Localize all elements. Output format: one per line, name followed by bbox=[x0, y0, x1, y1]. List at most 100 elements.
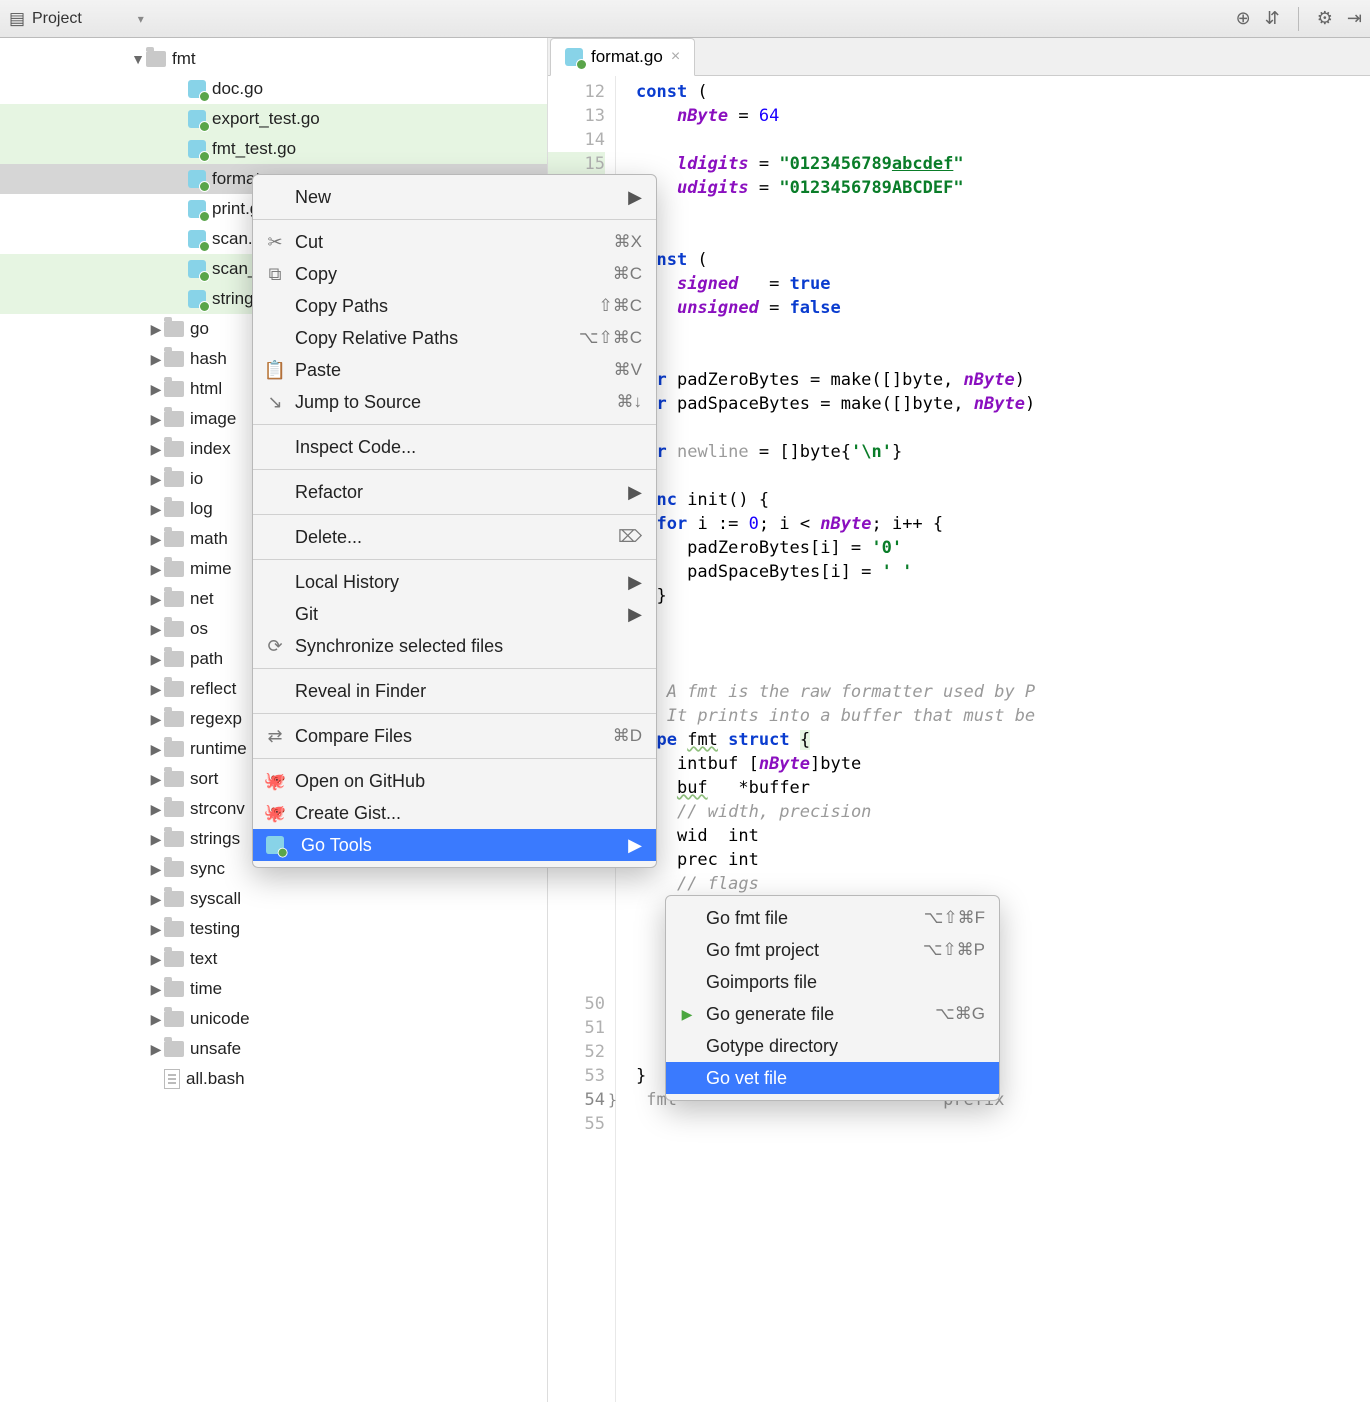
menu-item[interactable]: ⧉Copy⌘C bbox=[253, 258, 656, 290]
menu-item[interactable]: Local History▶ bbox=[253, 566, 656, 598]
folder-icon bbox=[164, 441, 184, 457]
folder-icon bbox=[164, 741, 184, 757]
menu-item[interactable]: Reveal in Finder bbox=[253, 675, 656, 707]
submenu-item[interactable]: Go vet file bbox=[666, 1062, 999, 1094]
compare-icon: ⇄ bbox=[265, 726, 285, 746]
menu-item[interactable]: Refactor▶ bbox=[253, 476, 656, 508]
menu-item[interactable]: Inspect Code... bbox=[253, 431, 656, 463]
go-file-icon bbox=[188, 230, 206, 248]
folder-icon bbox=[164, 681, 184, 697]
menu-item[interactable]: 📋Paste⌘V bbox=[253, 354, 656, 386]
menu-separator bbox=[253, 668, 656, 669]
tree-row[interactable]: export_test.go bbox=[0, 104, 547, 134]
folder-icon bbox=[164, 861, 184, 877]
folder-icon bbox=[164, 891, 184, 907]
folder-icon bbox=[164, 1011, 184, 1027]
menu-separator bbox=[253, 559, 656, 560]
menu-item[interactable]: Copy Relative Paths⌥⇧⌘C bbox=[253, 322, 656, 354]
menu-separator bbox=[253, 424, 656, 425]
collapse-icon[interactable]: ⇵ bbox=[1265, 8, 1280, 29]
folder-icon bbox=[164, 321, 184, 337]
menu-item[interactable]: ✂Cut⌘X bbox=[253, 226, 656, 258]
tree-row[interactable]: ▶unicode bbox=[0, 1004, 547, 1034]
submenu-item[interactable]: Go fmt project⌥⇧⌘P bbox=[666, 934, 999, 966]
go-file-icon bbox=[188, 260, 206, 278]
tree-row[interactable]: fmt_test.go bbox=[0, 134, 547, 164]
folder-icon bbox=[164, 471, 184, 487]
menu-separator bbox=[253, 713, 656, 714]
code-content[interactable]: const ( nByte = 64 ldigits = "0123456789… bbox=[616, 76, 1035, 1402]
github-icon: 🐙 bbox=[265, 771, 285, 791]
tree-row[interactable]: doc.go bbox=[0, 74, 547, 104]
project-view-icon: ▤ bbox=[8, 10, 26, 28]
folder-icon bbox=[164, 1041, 184, 1057]
folder-icon bbox=[164, 831, 184, 847]
submenu-item[interactable]: Goimports file bbox=[666, 966, 999, 998]
folder-icon bbox=[164, 981, 184, 997]
folder-icon bbox=[164, 651, 184, 667]
view-selector[interactable]: Project bbox=[32, 10, 82, 28]
run-icon: ▶ bbox=[678, 1006, 696, 1023]
menu-item[interactable]: ↘Jump to Source⌘↓ bbox=[253, 386, 656, 418]
folder-icon bbox=[146, 51, 166, 67]
menu-item[interactable]: Git▶ bbox=[253, 598, 656, 630]
jump-icon: ↘ bbox=[265, 392, 285, 412]
go-file-icon bbox=[188, 110, 206, 128]
gear-icon[interactable]: ⚙︎ bbox=[1317, 8, 1333, 29]
file-icon bbox=[164, 1069, 180, 1089]
code-editor[interactable]: 121314151617505152535455 const ( nByte =… bbox=[548, 76, 1370, 1402]
folder-icon bbox=[164, 501, 184, 517]
tree-row[interactable]: ▶time bbox=[0, 974, 547, 1004]
editor-tab[interactable]: format.go × bbox=[550, 38, 695, 76]
editor-tabbar: format.go × bbox=[548, 38, 1370, 76]
context-menu[interactable]: New▶ ✂Cut⌘X⧉Copy⌘CCopy Paths⇧⌘CCopy Relat… bbox=[252, 174, 657, 868]
submenu-item[interactable]: Gotype directory bbox=[666, 1030, 999, 1062]
menu-item[interactable]: Delete...⌦ bbox=[253, 521, 656, 553]
tree-row[interactable]: ▶testing bbox=[0, 914, 547, 944]
go-file-icon bbox=[188, 140, 206, 158]
menu-item[interactable]: 🐙Open on GitHub bbox=[253, 765, 656, 797]
tree-row[interactable]: ▶text bbox=[0, 944, 547, 974]
tree-row[interactable]: ▶syscall bbox=[0, 884, 547, 914]
go-file-icon bbox=[188, 170, 206, 188]
tab-filename: format.go bbox=[591, 47, 663, 67]
gist-icon: 🐙 bbox=[265, 803, 285, 823]
menu-item[interactable]: 🐙Create Gist... bbox=[253, 797, 656, 829]
tree-row[interactable]: ▶all.bash bbox=[0, 1064, 547, 1094]
go-file-icon bbox=[188, 290, 206, 308]
menu-separator bbox=[253, 219, 656, 220]
tree-row[interactable]: ▶unsafe bbox=[0, 1034, 547, 1064]
folder-icon bbox=[164, 351, 184, 367]
folder-icon bbox=[164, 951, 184, 967]
folder-icon bbox=[164, 711, 184, 727]
folder-icon bbox=[164, 801, 184, 817]
menu-item[interactable]: ⇄Compare Files⌘D bbox=[253, 720, 656, 752]
menu-item[interactable]: Copy Paths⇧⌘C bbox=[253, 290, 656, 322]
folder-icon bbox=[164, 621, 184, 637]
submenu-item[interactable]: ▶Go generate file⌥⌘G bbox=[666, 998, 999, 1030]
go-icon bbox=[266, 836, 284, 854]
menu-item[interactable]: Go Tools▶ bbox=[253, 829, 656, 861]
menu-separator bbox=[253, 758, 656, 759]
menu-item[interactable]: ⟳Synchronize selected files bbox=[253, 630, 656, 662]
folder-icon bbox=[164, 591, 184, 607]
menu-item[interactable]: New▶ bbox=[253, 181, 656, 213]
sync-icon: ⟳ bbox=[265, 636, 285, 656]
cut-icon: ✂ bbox=[265, 232, 285, 252]
submenu-item[interactable]: Go fmt file⌥⇧⌘F bbox=[666, 902, 999, 934]
chevron-down-icon[interactable]: ▾ bbox=[138, 12, 144, 26]
tree-row[interactable]: ▼fmt bbox=[0, 44, 547, 74]
hide-icon[interactable]: ⇥ bbox=[1347, 8, 1362, 29]
menu-separator bbox=[253, 469, 656, 470]
locate-icon[interactable]: ⊕ bbox=[1236, 8, 1251, 29]
paste-icon: 📋 bbox=[265, 360, 285, 380]
go-tools-submenu[interactable]: Go fmt file⌥⇧⌘FGo fmt project⌥⇧⌘PGoimpor… bbox=[665, 895, 1000, 1101]
folder-icon bbox=[164, 921, 184, 937]
close-icon[interactable]: × bbox=[671, 48, 680, 66]
folder-icon bbox=[164, 381, 184, 397]
go-file-icon bbox=[188, 200, 206, 218]
go-file-icon bbox=[565, 48, 583, 66]
folder-icon bbox=[164, 531, 184, 547]
menu-separator bbox=[253, 514, 656, 515]
separator bbox=[1298, 7, 1299, 31]
